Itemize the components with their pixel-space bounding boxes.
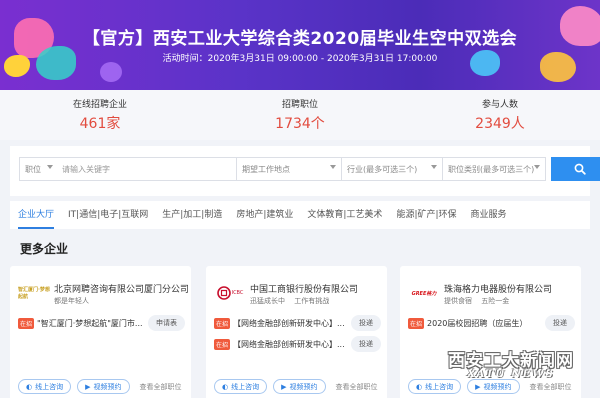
location-select[interactable]: 期望工作地点 [236,157,342,181]
job-row[interactable]: 在招 【网络金融部创新研发中心】... 投递 [214,336,381,352]
chat-label: 线上咨询 [425,382,454,391]
online-chat-button[interactable]: ◐ 线上咨询 [214,379,268,394]
tab-hall[interactable]: 企业大厅 [18,201,55,229]
industry-value: 行业(最多可选三个) [347,164,418,174]
card-actions: ◐ 线上咨询 ▶ 视频预约 查看全部职位 [408,379,572,394]
job-row[interactable]: 在招 2020届校园招聘（应届生） 投递 [408,315,575,331]
job-row[interactable]: 在招 【网络金融部创新研发中心】... 投递 [214,315,381,331]
tab-real-estate[interactable]: 房地产|建筑业 [236,201,293,229]
search-row: 职位 请输入关键字 期望工作地点 行业(最多可选三个) 职位类别(最多可选三个) [19,157,600,181]
event-title: 【官方】西安工业大学综合类2020届毕业生空中双选会 [82,29,518,49]
video-appointment-button[interactable]: ▶ 视频预约 [273,379,326,394]
video-icon: ▶ [475,382,481,391]
company-tagline: 都是年轻人 [54,297,89,305]
chat-label: 线上咨询 [231,382,260,391]
icbc-logo-icon [216,286,231,300]
stat-participants: 参与人数 2349人 [400,90,600,140]
tab-business-services[interactable]: 商业服务 [471,201,507,229]
tab-manufacturing[interactable]: 生产|加工|制造 [162,201,222,229]
chat-label: 线上咨询 [35,382,64,391]
card-actions: ◐ 线上咨询 ▶ 视频预约 查看全部职位 [214,379,378,394]
apply-button[interactable]: 投递 [351,315,381,331]
hiring-badge: 在招 [214,338,231,350]
location-value: 期望工作地点 [242,164,290,174]
company-card[interactable]: 智汇厦门·梦想起航 北京网聘咨询有限公司厦门分公司 都是年轻人 在招 "智汇厦门… [10,266,191,398]
video-label: 视频预约 [93,382,122,391]
view-all-link[interactable]: 查看全部职位 [336,382,378,392]
logo-text: 智汇厦门·梦想起航 [18,287,50,300]
stats-bar: 在线招聘企业 461家 招聘职位 1734个 参与人数 2349人 [0,90,600,140]
position-type-value: 职位 [25,164,41,174]
view-all-link[interactable]: 查看全部职位 [140,382,182,392]
search-panel: 职位 请输入关键字 期望工作地点 行业(最多可选三个) 职位类别(最多可选三个) [10,146,600,196]
chevron-down-icon [534,165,540,169]
job-title[interactable]: "智汇厦门·梦想起航"厦门市... [37,318,143,329]
keyword-input[interactable]: 请输入关键字 [57,157,237,181]
logo-text: GREE格力 [411,290,437,297]
section-title: 更多企业 [20,242,69,256]
company-tagline: 迅猛成长中 工作有挑战 [250,297,330,305]
chat-icon: ◐ [26,382,33,391]
video-icon: ▶ [281,382,287,391]
company-name[interactable]: 北京网聘咨询有限公司厦门分公司 [54,282,189,295]
watermark-cn: 西安工大新闻网 [448,351,574,371]
hiring-badge: 在招 [18,317,35,329]
job-row[interactable]: 在招 "智汇厦门·梦想起航"厦门市... 申请表 [18,315,185,331]
video-icon: ▶ [85,382,91,391]
card-actions: ◐ 线上咨询 ▶ 视频预约 查看全部职位 [18,379,182,394]
company-logo: 智汇厦门·梦想起航 [18,282,50,304]
view-all-link[interactable]: 查看全部职位 [530,382,572,392]
video-label: 视频预约 [289,382,318,391]
news-watermark: 西安工大新闻网 XATU NEWS [422,346,600,380]
stat-label: 招聘职位 [281,100,318,110]
chat-icon: ◐ [222,382,229,391]
decor-blob [100,62,122,82]
stat-value: 2349人 [475,116,525,132]
job-category-select[interactable]: 职位类别(最多可选三个) [442,157,546,181]
company-logo: ICBC [214,282,246,304]
tab-education[interactable]: 文体教育|工艺美术 [307,201,382,229]
logo-text: ICBC [231,290,244,296]
tab-it[interactable]: IT|通信|电子|互联网 [68,201,148,229]
chevron-down-icon [47,165,53,169]
online-chat-button[interactable]: ◐ 线上咨询 [18,379,72,394]
company-tagline: 提供食宿 五险一金 [444,297,510,305]
video-appointment-button[interactable]: ▶ 视频预约 [77,379,130,394]
company-logo: GREE格力 [408,282,440,304]
hiring-badge: 在招 [408,317,425,329]
event-time: 活动时间：2020年3月31日 09:00:00 - 2020年3月31日 17… [162,54,438,64]
job-category-value: 职位类别(最多可选三个) [448,164,535,174]
online-chat-button[interactable]: ◐ 线上咨询 [408,379,462,394]
apply-button[interactable]: 投递 [545,315,575,331]
job-title[interactable]: 2020届校园招聘（应届生） [427,318,527,329]
company-name[interactable]: 珠海格力电器股份有限公司 [444,282,552,295]
apply-button[interactable]: 申请表 [148,315,185,331]
stat-positions: 招聘职位 1734个 [200,90,400,140]
stat-label: 参与人数 [481,100,518,110]
stat-value: 461家 [79,116,121,132]
job-title[interactable]: 【网络金融部创新研发中心】... [233,318,345,329]
chevron-down-icon [330,165,336,169]
company-card[interactable]: ICBC 中国工商银行股份有限公司 迅猛成长中 工作有挑战 在招 【网络金融部创… [206,266,387,398]
job-title[interactable]: 【网络金融部创新研发中心】... [233,339,345,350]
stat-value: 1734个 [275,116,325,132]
stat-label: 在线招聘企业 [72,100,127,110]
apply-button[interactable]: 投递 [351,336,381,352]
chat-icon: ◐ [416,382,423,391]
event-banner: 【官方】西安工业大学综合类2020届毕业生空中双选会 活动时间：2020年3月3… [0,0,600,90]
position-type-select[interactable]: 职位 [19,157,59,181]
stat-companies: 在线招聘企业 461家 [0,90,200,140]
industry-select[interactable]: 行业(最多可选三个) [341,157,443,181]
industry-tabs: 企业大厅 IT|通信|电子|互联网 生产|加工|制造 房地产|建筑业 文体教育|… [10,201,590,229]
search-icon [574,163,586,175]
tab-energy[interactable]: 能源|矿产|环保 [396,201,456,229]
video-appointment-button[interactable]: ▶ 视频预约 [467,379,520,394]
search-button[interactable] [551,157,600,181]
keyword-placeholder: 请输入关键字 [62,164,110,174]
hiring-badge: 在招 [214,317,231,329]
video-label: 视频预约 [483,382,512,391]
company-name[interactable]: 中国工商银行股份有限公司 [250,282,358,295]
chevron-down-icon [431,165,437,169]
